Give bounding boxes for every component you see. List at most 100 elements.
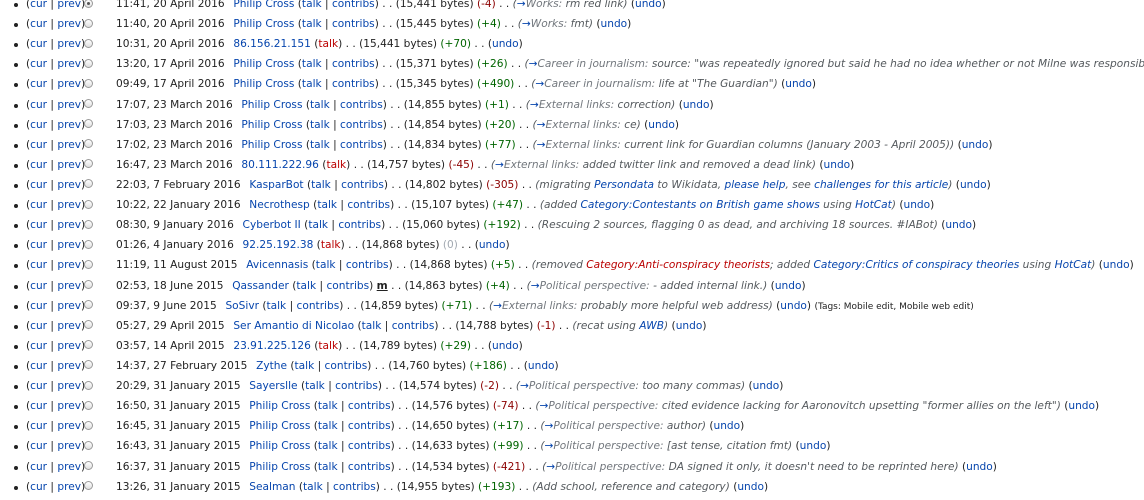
prev-link[interactable]: prev — [57, 78, 81, 90]
user-link[interactable]: Ser Amantio di Nicolao — [233, 320, 354, 332]
user-contribs-link[interactable]: contribs — [332, 78, 375, 90]
user-link[interactable]: 86.156.21.151 — [233, 38, 311, 50]
revision-date-link[interactable]: 16:45, 31 January 2015 — [116, 420, 241, 432]
compare-old-radio[interactable] — [84, 320, 93, 330]
prev-link[interactable]: prev — [57, 420, 81, 432]
cur-link[interactable]: cur — [30, 38, 47, 50]
summary-link[interactable]: AWB — [639, 320, 664, 332]
cur-link[interactable]: cur — [30, 320, 47, 332]
summary-link[interactable]: please help — [724, 179, 785, 191]
user-contribs-link[interactable]: contribs — [341, 179, 384, 191]
user-contribs-link[interactable]: contribs — [347, 199, 390, 211]
cur-link[interactable]: cur — [30, 0, 47, 10]
prev-link[interactable]: prev — [57, 239, 81, 251]
prev-link[interactable]: prev — [57, 58, 81, 70]
compare-old-radio[interactable] — [84, 38, 93, 48]
user-talk-link[interactable]: talk — [302, 58, 322, 70]
user-talk-link[interactable]: talk — [302, 78, 322, 90]
revision-date-link[interactable]: 20:29, 31 January 2015 — [116, 380, 241, 392]
user-contribs-link[interactable]: contribs — [332, 58, 375, 70]
cur-link[interactable]: cur — [30, 199, 47, 211]
compare-old-radio[interactable] — [84, 360, 93, 370]
cur-link[interactable]: cur — [30, 219, 47, 231]
undo-link[interactable]: undo — [713, 420, 740, 432]
user-talk-link[interactable]: talk — [318, 38, 338, 50]
section-link-arrow[interactable]: → — [495, 159, 504, 171]
cur-link[interactable]: cur — [30, 139, 47, 151]
prev-link[interactable]: prev — [57, 38, 81, 50]
undo-link[interactable]: undo — [966, 461, 993, 473]
compare-old-radio[interactable] — [84, 440, 93, 450]
user-contribs-link[interactable]: contribs — [338, 219, 381, 231]
user-link[interactable]: Philip Cross — [241, 139, 302, 151]
revision-date-link[interactable]: 13:20, 17 April 2016 — [116, 58, 225, 70]
compare-old-radio[interactable] — [84, 420, 93, 430]
user-contribs-link[interactable]: contribs — [348, 400, 391, 412]
cur-link[interactable]: cur — [30, 99, 47, 111]
section-link-arrow[interactable]: → — [531, 280, 540, 292]
prev-link[interactable]: prev — [57, 340, 81, 352]
summary-link[interactable]: HotCat — [855, 199, 892, 211]
prev-link[interactable]: prev — [57, 18, 81, 30]
revision-date-link[interactable]: 22:03, 7 February 2016 — [116, 179, 241, 191]
undo-link[interactable]: undo — [601, 18, 628, 30]
user-contribs-link[interactable]: contribs — [340, 139, 383, 151]
user-talk-link[interactable]: talk — [318, 440, 338, 452]
prev-link[interactable]: prev — [57, 360, 81, 372]
user-link[interactable]: Philip Cross — [241, 99, 302, 111]
section-link-arrow[interactable]: → — [520, 380, 529, 392]
revision-date-link[interactable]: 01:26, 4 January 2016 — [116, 239, 234, 251]
cur-link[interactable]: cur — [30, 420, 47, 432]
cur-link[interactable]: cur — [30, 481, 47, 493]
user-talk-link[interactable]: talk — [296, 280, 316, 292]
cur-link[interactable]: cur — [30, 239, 47, 251]
compare-old-radio[interactable] — [84, 0, 93, 8]
revision-date-link[interactable]: 09:37, 9 June 2015 — [116, 300, 217, 312]
user-link[interactable]: Philip Cross — [249, 420, 310, 432]
user-contribs-link[interactable]: contribs — [340, 119, 383, 131]
summary-link[interactable]: HotCat — [1055, 259, 1092, 271]
revision-date-link[interactable]: 02:53, 18 June 2015 — [116, 280, 224, 292]
user-link[interactable]: Philip Cross — [233, 58, 294, 70]
undo-link[interactable]: undo — [780, 300, 807, 312]
user-contribs-link[interactable]: contribs — [333, 481, 376, 493]
compare-old-radio[interactable] — [84, 78, 93, 88]
user-link[interactable]: Zythe — [256, 360, 287, 372]
compare-old-radio[interactable] — [84, 199, 93, 209]
user-talk-link[interactable]: talk — [302, 0, 322, 10]
revision-date-link[interactable]: 13:26, 31 January 2015 — [116, 481, 241, 493]
user-link[interactable]: Sealman — [249, 481, 295, 493]
compare-old-radio[interactable] — [84, 99, 93, 109]
revision-date-link[interactable]: 10:22, 22 January 2016 — [116, 199, 241, 211]
user-talk-link[interactable]: talk — [302, 18, 322, 30]
user-link[interactable]: Philip Cross — [233, 0, 294, 10]
user-talk-link[interactable]: talk — [310, 139, 330, 151]
revision-date-link[interactable]: 16:47, 23 March 2016 — [116, 159, 233, 171]
user-contribs-link[interactable]: contribs — [325, 360, 368, 372]
user-talk-link[interactable]: talk — [317, 199, 337, 211]
user-talk-link[interactable]: talk — [310, 119, 330, 131]
user-contribs-link[interactable]: contribs — [346, 259, 389, 271]
user-talk-link[interactable]: talk — [295, 360, 315, 372]
undo-link[interactable]: undo — [800, 440, 827, 452]
undo-link[interactable]: undo — [945, 219, 972, 231]
user-link[interactable]: 23.91.225.126 — [233, 340, 311, 352]
user-talk-link[interactable]: talk — [311, 179, 331, 191]
cur-link[interactable]: cur — [30, 380, 47, 392]
prev-link[interactable]: prev — [57, 0, 81, 10]
compare-old-radio[interactable] — [84, 280, 93, 290]
user-talk-link[interactable]: talk — [318, 420, 338, 432]
undo-link[interactable]: undo — [635, 0, 662, 10]
undo-link[interactable]: undo — [528, 360, 555, 372]
revision-date-link[interactable]: 16:50, 31 January 2015 — [116, 400, 241, 412]
undo-link[interactable]: undo — [962, 139, 989, 151]
undo-link[interactable]: undo — [737, 481, 764, 493]
revision-date-link[interactable]: 11:41, 20 April 2016 — [116, 0, 225, 10]
cur-link[interactable]: cur — [30, 18, 47, 30]
user-link[interactable]: Philip Cross — [249, 461, 310, 473]
summary-link[interactable]: Category:Contestants on British game sho… — [581, 199, 820, 211]
cur-link[interactable]: cur — [30, 400, 47, 412]
compare-old-radio[interactable] — [84, 219, 93, 229]
prev-link[interactable]: prev — [57, 440, 81, 452]
user-link[interactable]: Philip Cross — [233, 18, 294, 30]
